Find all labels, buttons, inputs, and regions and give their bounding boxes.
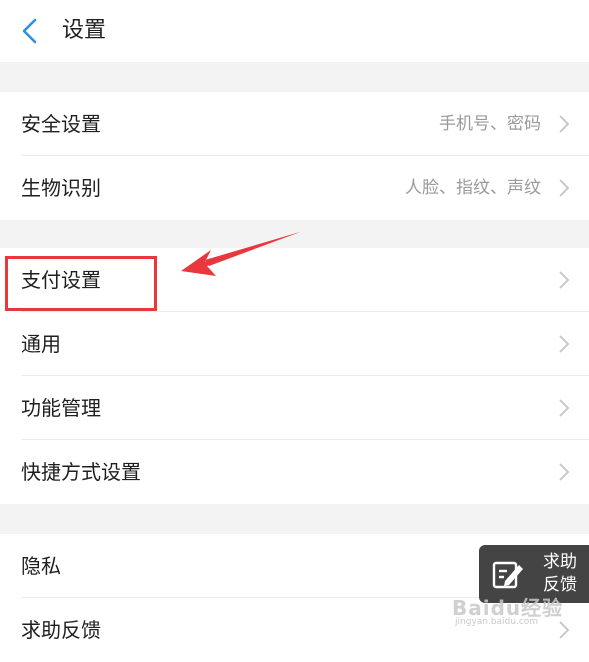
settings-item-security[interactable]: 安全设置 手机号、密码 bbox=[0, 92, 589, 156]
item-label: 功能管理 bbox=[21, 396, 101, 420]
help-feedback-button[interactable]: 求助 反馈 bbox=[479, 545, 589, 603]
chevron-left-icon bbox=[22, 18, 37, 44]
item-label: 求助反馈 bbox=[21, 618, 101, 642]
app-header: 设置 bbox=[0, 0, 589, 62]
item-label: 生物识别 bbox=[21, 176, 101, 200]
item-label: 安全设置 bbox=[21, 112, 101, 136]
chevron-right-icon bbox=[557, 334, 571, 354]
settings-item-biometrics[interactable]: 生物识别 人脸、指纹、声纹 bbox=[0, 156, 589, 220]
help-label-line2: 反馈 bbox=[543, 575, 577, 595]
page-title: 设置 bbox=[62, 18, 107, 43]
chevron-right-icon bbox=[557, 462, 571, 482]
chevron-right-icon bbox=[557, 620, 571, 640]
item-label: 通用 bbox=[21, 332, 61, 356]
item-label: 隐私 bbox=[21, 554, 61, 578]
help-label-line1: 求助 bbox=[543, 552, 577, 572]
chevron-right-icon bbox=[557, 114, 571, 134]
settings-item-payment[interactable]: 支付设置 bbox=[0, 248, 589, 312]
chevron-right-icon bbox=[557, 398, 571, 418]
edit-icon bbox=[492, 561, 523, 589]
item-subtitle: 手机号、密码 bbox=[439, 114, 541, 134]
settings-item-features[interactable]: 功能管理 bbox=[0, 376, 589, 440]
item-label: 支付设置 bbox=[21, 268, 101, 292]
item-label: 快捷方式设置 bbox=[21, 460, 141, 484]
settings-item-general[interactable]: 通用 bbox=[0, 312, 589, 376]
settings-item-shortcuts[interactable]: 快捷方式设置 bbox=[0, 440, 589, 504]
item-subtitle: 人脸、指纹、声纹 bbox=[405, 178, 541, 198]
settings-item-feedback[interactable]: 求助反馈 bbox=[0, 598, 589, 662]
chevron-right-icon bbox=[557, 178, 571, 198]
help-label: 求助 反馈 bbox=[539, 551, 581, 597]
chevron-right-icon bbox=[557, 270, 571, 290]
back-button[interactable] bbox=[14, 14, 48, 48]
